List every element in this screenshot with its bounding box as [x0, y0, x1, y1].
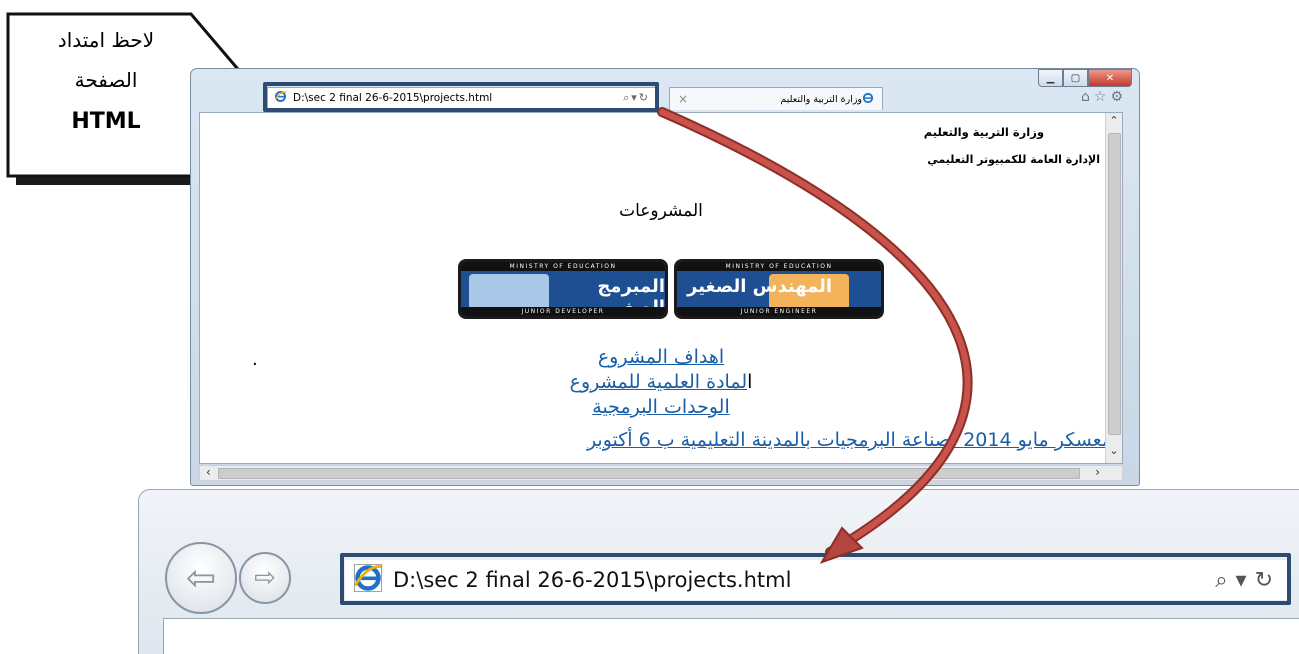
horizontal-scroll-thumb[interactable] — [218, 468, 1080, 479]
tab-ministry[interactable]: وزارة التربية والتعليم × — [669, 87, 883, 110]
ministry-heading: وزارة التربية والتعليم — [923, 125, 1044, 139]
material-link[interactable]: لمادة العلمية للمشروع — [570, 371, 748, 393]
scroll-up-icon[interactable]: ⌃ — [1106, 113, 1122, 129]
callout-line-2: الصفحة — [74, 68, 138, 92]
material-prefix: ا — [747, 371, 753, 393]
goals-link[interactable]: اهداف المشروع — [200, 345, 1122, 370]
vertical-scrollbar[interactable]: ⌃ ⌄ — [1105, 113, 1122, 463]
minimize-button[interactable]: ▁ — [1038, 69, 1063, 87]
scroll-left-icon[interactable]: ‹ — [206, 465, 211, 479]
project-links: اهداف المشروع المادة العلمية للمشروع الو… — [200, 345, 1122, 420]
gear-icon[interactable]: ⚙ — [1110, 89, 1127, 105]
logo-top-text: MINISTRY OF EDUCATION — [677, 262, 881, 271]
camp-link[interactable]: معسكر مايو 2014 لصناعة البرمجيات بالمدين… — [587, 429, 1112, 451]
callout-line-3: HTML — [71, 109, 141, 134]
back-button[interactable]: ⇦ — [165, 542, 237, 614]
page-title: المشروعات — [619, 201, 703, 221]
scroll-down-icon[interactable]: ⌄ — [1106, 443, 1122, 459]
material-row: المادة العلمية للمشروع — [200, 370, 1122, 395]
home-icon[interactable]: ⌂ — [1081, 89, 1094, 105]
vertical-scroll-thumb[interactable] — [1108, 133, 1121, 435]
units-link[interactable]: الوحدات البرمجية — [200, 395, 1122, 420]
forward-arrow-icon: ⇨ — [254, 563, 276, 593]
ie-tab-icon — [862, 92, 874, 107]
close-button[interactable]: ✕ — [1088, 69, 1132, 87]
zoomed-address-highlight — [340, 553, 1291, 605]
window-controls: ▁ ▢ ✕ — [1038, 69, 1132, 87]
junior-developer-logo[interactable]: MINISTRY OF EDUCATION المبرمج الصغير JUN… — [458, 259, 668, 319]
favorites-star-icon[interactable]: ☆ — [1094, 89, 1111, 105]
callout-line-1: لاحظ امتداد — [57, 28, 155, 52]
department-heading: الإدارة العامة للكمبيوتر التعليمي — [927, 153, 1100, 166]
page-content: وزارة التربية والتعليم الإدارة العامة لل… — [199, 112, 1123, 464]
back-arrow-icon: ⇦ — [185, 557, 217, 599]
maximize-button[interactable]: ▢ — [1063, 69, 1088, 87]
junior-engineer-logo[interactable]: MINISTRY OF EDUCATION المهندس الصغير JUN… — [674, 259, 884, 319]
tab-close-icon[interactable]: × — [678, 92, 688, 106]
developer-art-image — [469, 274, 549, 310]
logos: MINISTRY OF EDUCATION المبرمج الصغير JUN… — [458, 259, 884, 319]
tab-title: وزارة التربية والتعليم — [780, 93, 862, 105]
callout-text: لاحظ امتداد الصفحة HTML — [18, 20, 194, 144]
small-address-highlight — [263, 82, 659, 112]
logo-top-text: MINISTRY OF EDUCATION — [461, 262, 665, 271]
horizontal-scrollbar[interactable]: ‹ › — [199, 465, 1123, 481]
logo-bottom-text: JUNIOR ENGINEER — [677, 307, 881, 316]
logo-arabic-text: المهندس الصغير — [687, 276, 833, 297]
scroll-right-icon[interactable]: › — [1095, 465, 1100, 479]
zoomed-content-area — [163, 618, 1299, 654]
toolbar-icons: ⌂☆⚙ — [1081, 89, 1127, 105]
logo-bottom-text: JUNIOR DEVELOPER — [461, 307, 665, 316]
forward-button[interactable]: ⇨ — [239, 552, 291, 604]
browser-window-small: ▁ ▢ ✕ D:\sec 2 final 26-6-2015\projects.… — [190, 68, 1140, 486]
